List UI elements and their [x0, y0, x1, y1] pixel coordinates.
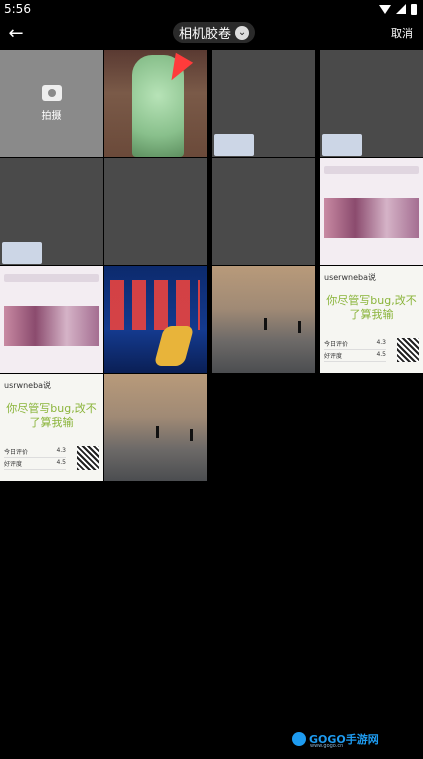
paddler-figure	[264, 318, 267, 330]
text-title: userwneba说	[324, 273, 376, 282]
photo-thumbnail[interactable]	[104, 266, 207, 373]
wifi-icon	[379, 4, 391, 14]
brand-subtext: www.gogo.cn	[310, 743, 344, 749]
brand-logo-icon	[292, 732, 306, 746]
rating-rows: 今日评价 4.3 好评度 4.5	[324, 339, 386, 362]
logo-icon	[153, 326, 195, 366]
back-arrow-icon[interactable]: ←	[4, 21, 28, 45]
qr-code-icon	[397, 338, 419, 362]
status-icons	[379, 3, 417, 15]
top-bar: ← 相机胶卷 ⌄ 取消	[0, 18, 423, 48]
album-selector[interactable]: 相机胶卷 ⌄	[173, 22, 256, 43]
paddler-figure	[298, 321, 301, 333]
photo-thumbnail[interactable]	[320, 50, 423, 157]
photo-thumbnail[interactable]	[212, 50, 315, 157]
photo-thumbnail[interactable]	[0, 158, 103, 265]
text-headline: 你尽管写bug,改不了算我输	[326, 294, 417, 321]
text-headline: 你尽管写bug,改不了算我输	[6, 402, 97, 429]
album-title: 相机胶卷	[179, 27, 232, 42]
battery-icon	[411, 3, 417, 15]
photo-thumbnail[interactable]	[104, 50, 207, 157]
screenshot-images	[324, 198, 419, 238]
camera-label: 拍摄	[41, 111, 62, 122]
rating-rows: 今日评价 4.3 好评度 4.5	[4, 447, 66, 470]
signal-icon	[396, 4, 406, 14]
screenshot-bar	[4, 274, 99, 282]
camera-icon	[41, 85, 62, 101]
photo-thumbnail[interactable]: userwneba说 你尽管写bug,改不了算我输 今日评价 4.3 好评度 4.5	[320, 266, 423, 373]
paddler-figure	[156, 426, 159, 438]
photo-thumbnail[interactable]	[104, 158, 207, 265]
screenshot-images	[4, 306, 99, 346]
status-bar: 5:56	[0, 0, 423, 18]
qr-code-icon	[77, 446, 99, 470]
paddler-figure	[190, 429, 193, 441]
photo-thumbnail[interactable]	[212, 266, 315, 373]
photo-thumbnail[interactable]	[0, 266, 103, 373]
photo-thumbnail[interactable]: usrwneba说 你尽管写bug,改不了算我输 今日评价 4.3 好评度 4.5	[0, 374, 103, 481]
app-icons	[110, 280, 200, 330]
photo-thumbnail[interactable]	[320, 158, 423, 265]
cancel-button[interactable]: 取消	[387, 25, 417, 41]
chevron-down-icon: ⌄	[235, 25, 250, 40]
text-title: usrwneba说	[4, 381, 52, 390]
photo-thumbnail[interactable]	[212, 158, 315, 265]
screenshot-bar	[324, 166, 419, 174]
camera-capture-tile[interactable]: 拍摄	[0, 50, 103, 157]
watermark: GOGO手游网 www.gogo.cn	[292, 731, 379, 749]
photo-thumbnail[interactable]	[104, 374, 207, 481]
clock: 5:56	[4, 2, 31, 16]
